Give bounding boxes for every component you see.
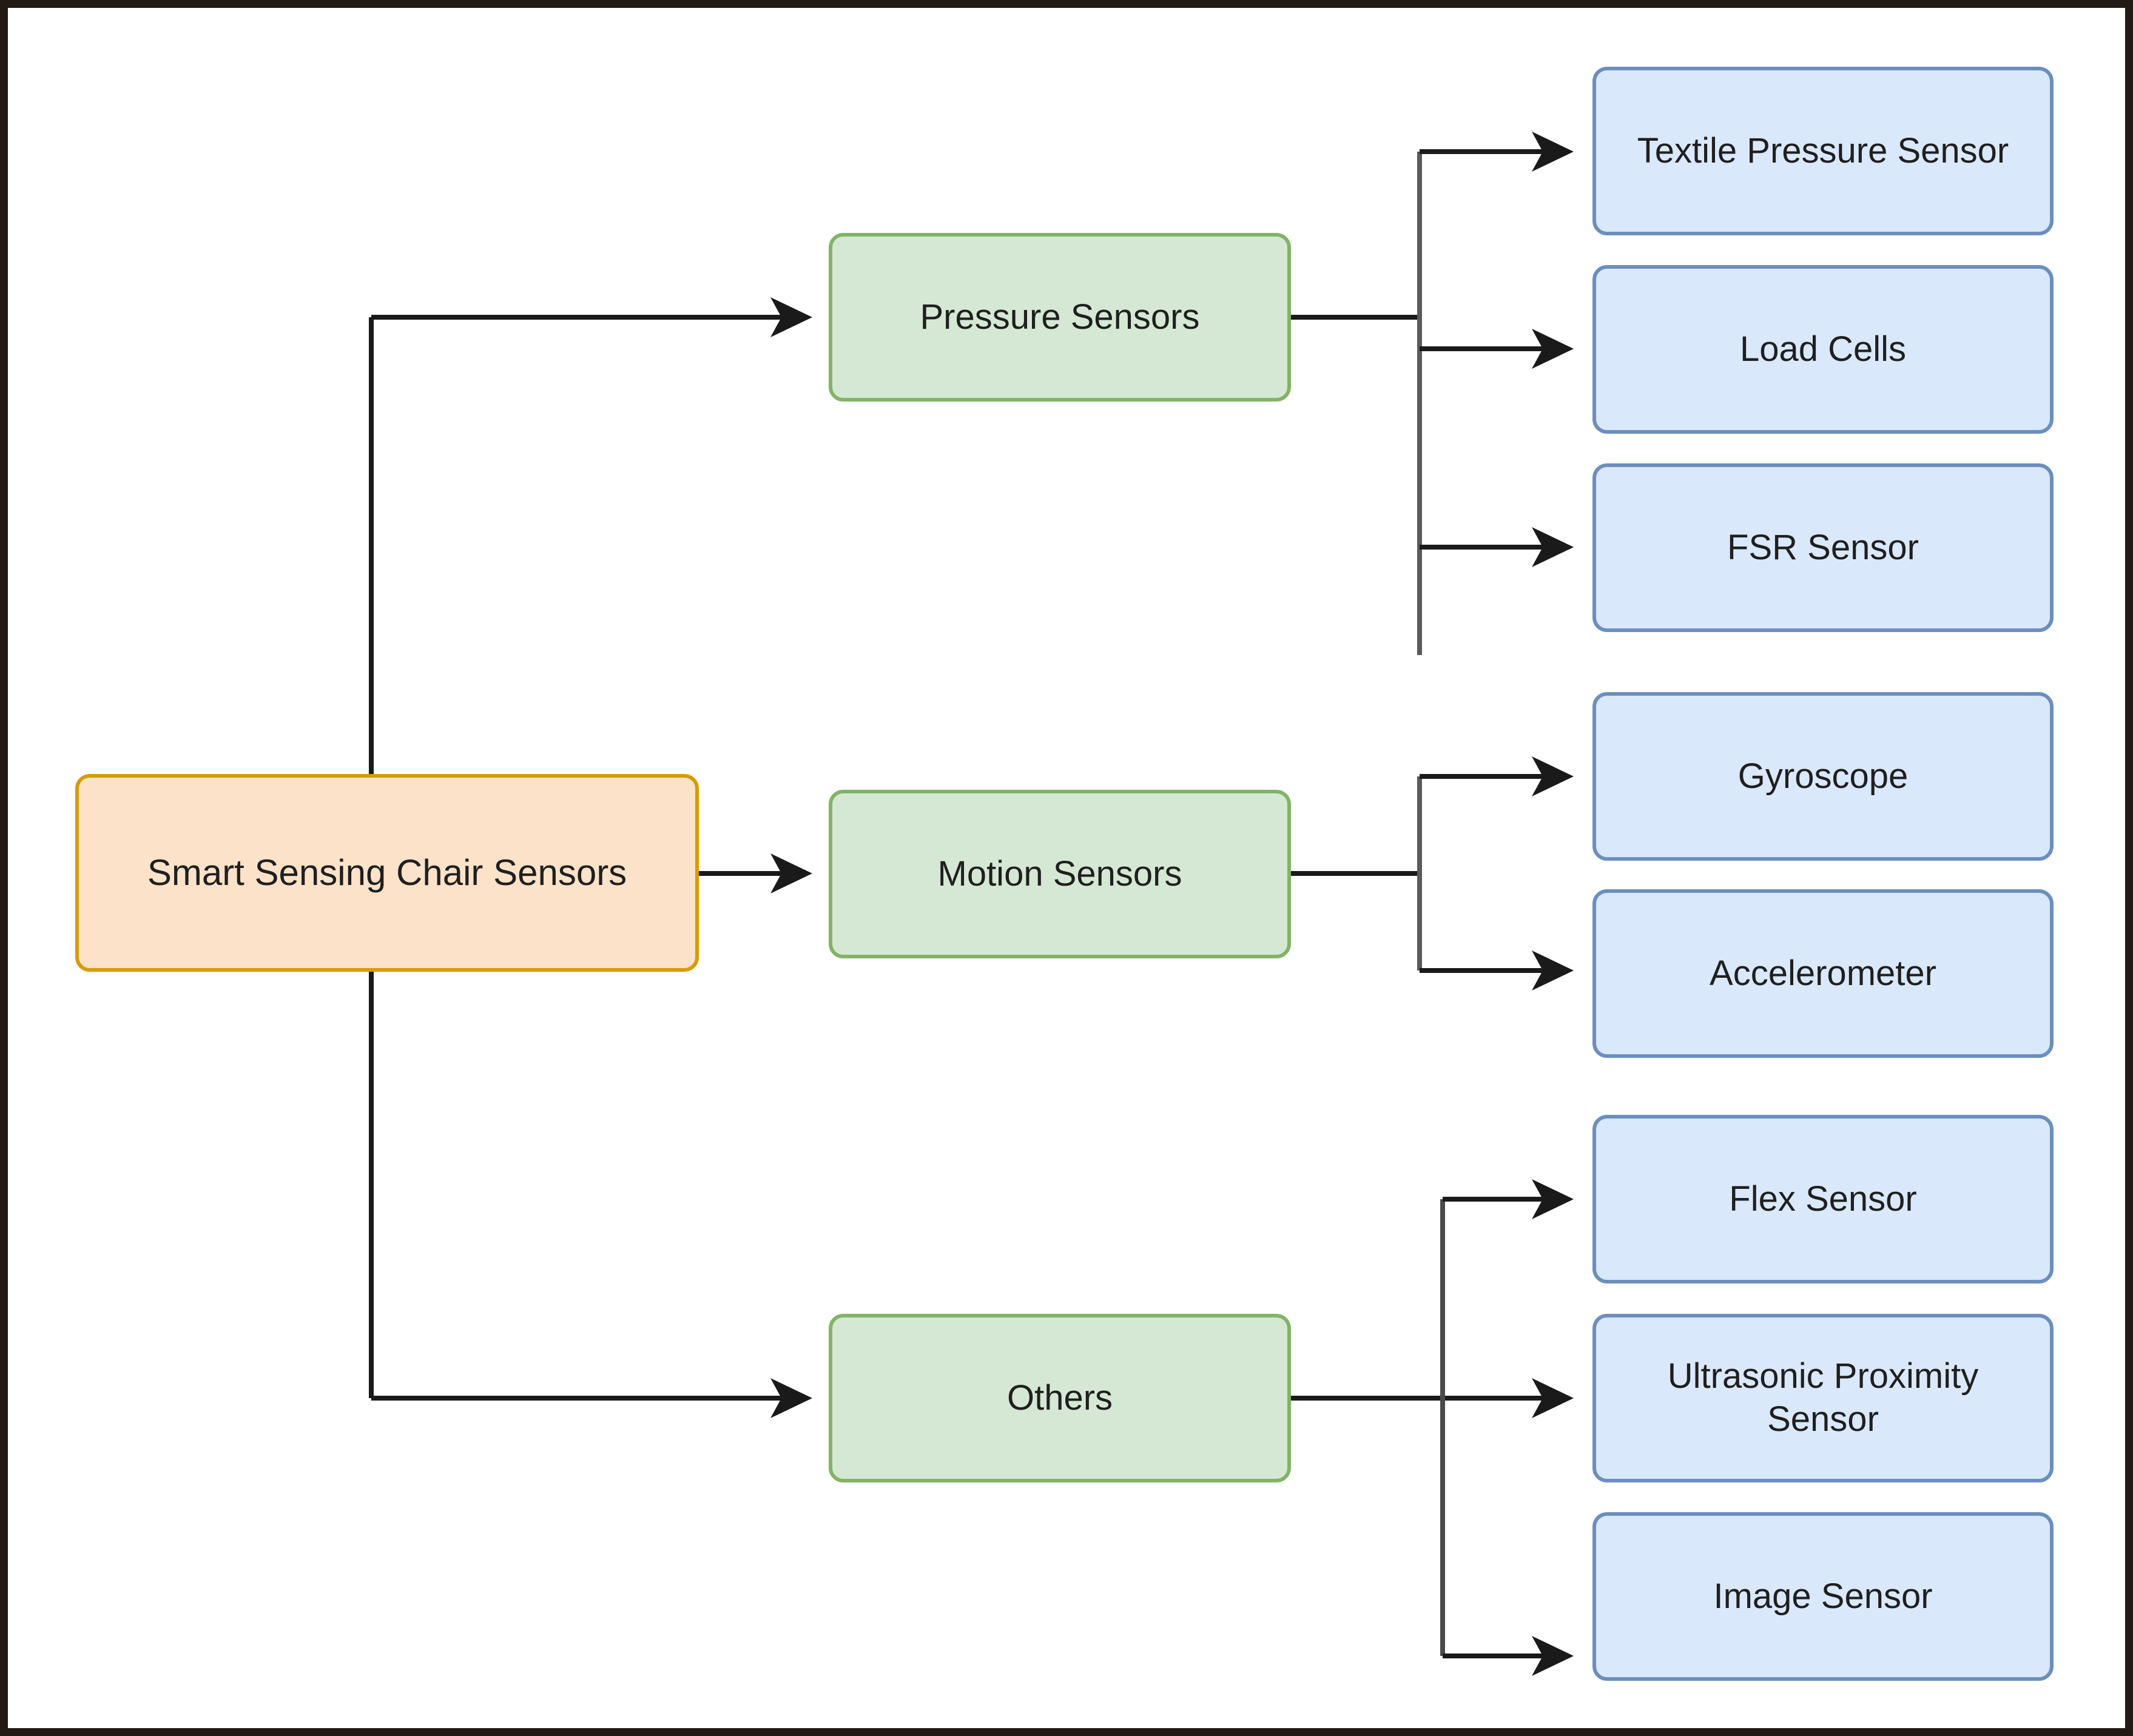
node-root-smart-sensing-chair-sensors[interactable]: Smart Sensing Chair Sensors xyxy=(75,774,699,972)
node-category-pressure-sensors[interactable]: Pressure Sensors xyxy=(829,233,1291,402)
node-leaf-image-sensor[interactable]: Image Sensor xyxy=(1592,1512,2054,1681)
node-leaf-flex-sensor[interactable]: Flex Sensor xyxy=(1592,1115,2054,1283)
node-category-label: Others xyxy=(1006,1378,1113,1418)
node-leaf-accelerometer[interactable]: Accelerometer xyxy=(1592,889,2054,1058)
node-leaf-label: Flex Sensor xyxy=(1729,1179,1917,1219)
node-category-motion-sensors[interactable]: Motion Sensors xyxy=(829,790,1291,958)
node-category-label: Pressure Sensors xyxy=(920,297,1200,337)
node-leaf-fsr-sensor[interactable]: FSR Sensor xyxy=(1592,463,2054,632)
node-leaf-label: Accelerometer xyxy=(1710,953,1936,993)
node-leaf-label: Ultrasonic Proximity Sensor xyxy=(1667,1356,1979,1439)
node-leaf-ultrasonic-proximity-sensor[interactable]: Ultrasonic Proximity Sensor xyxy=(1592,1314,2054,1482)
node-leaf-gyroscope[interactable]: Gyroscope xyxy=(1592,692,2054,861)
node-leaf-label: Image Sensor xyxy=(1713,1576,1933,1616)
node-leaf-label: Load Cells xyxy=(1739,329,1907,369)
node-root-label: Smart Sensing Chair Sensors xyxy=(147,852,627,893)
node-category-others[interactable]: Others xyxy=(829,1314,1291,1482)
node-category-label: Motion Sensors xyxy=(937,853,1182,893)
node-leaf-label: Gyroscope xyxy=(1737,756,1909,796)
diagram-canvas: Smart Sensing Chair Sensors Pressure Sen… xyxy=(0,0,2133,1736)
node-leaf-label: Textile Pressure Sensor xyxy=(1637,130,2009,170)
node-leaf-textile-pressure-sensor[interactable]: Textile Pressure Sensor xyxy=(1592,67,2054,235)
node-leaf-load-cells[interactable]: Load Cells xyxy=(1592,265,2054,434)
node-leaf-label: FSR Sensor xyxy=(1727,527,1919,567)
